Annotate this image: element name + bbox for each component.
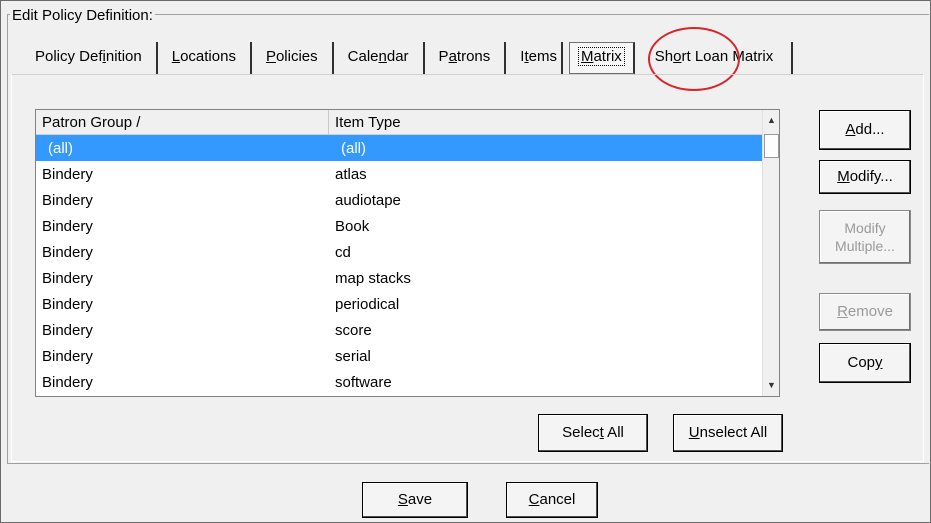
modify-multiple-button[interactable]: Modify Multiple... (819, 210, 911, 264)
button-label-part: ave (407, 491, 433, 508)
table-row[interactable]: Bindery periodical (36, 291, 763, 317)
cell-item-type: (all) (341, 139, 366, 157)
tab-items[interactable]: Items (506, 42, 563, 74)
tab-label-part: dar (386, 48, 409, 65)
cell-item-type: software (335, 373, 392, 391)
cell-item-type: score (335, 321, 372, 339)
tab-calendar[interactable]: Calendar (334, 42, 425, 74)
scroll-thumb[interactable] (764, 134, 779, 158)
tab-label-part: trons (456, 48, 491, 65)
cell-patron-group: Bindery (42, 165, 93, 183)
button-accel-key: U (688, 424, 700, 441)
group-label: Edit Policy Definition: (10, 7, 155, 24)
button-label-part: All (603, 424, 624, 441)
tab-label-part: ems (528, 48, 557, 65)
cell-patron-group: Bindery (42, 191, 93, 209)
button-label-part: ancel (539, 491, 576, 508)
column-header-patron-group[interactable]: Patron Group / (36, 110, 329, 134)
cell-item-type: audiotape (335, 191, 401, 209)
cell-patron-group: Bindery (42, 373, 93, 391)
tab-label-part: atrix (593, 48, 622, 65)
tab-matrix[interactable]: Matrix (568, 42, 635, 74)
tab-label-part: nition (105, 48, 142, 65)
tab-accel-key: L (171, 48, 181, 65)
button-accel-key: A (845, 121, 856, 138)
copy-button[interactable]: Cop y (819, 343, 911, 383)
table-row[interactable]: Bindery atlas (36, 161, 763, 187)
cancel-button[interactable]: Cancel (506, 482, 598, 518)
cell-patron-group: Bindery (42, 295, 93, 313)
button-accel-key: S (397, 491, 408, 508)
cell-item-type: atlas (335, 165, 367, 183)
save-button[interactable]: Save (362, 482, 468, 518)
table-row[interactable]: Bindery serial (36, 343, 763, 369)
remove-button[interactable]: Remove (819, 293, 911, 331)
edit-policy-dialog: Edit Policy Definition: Policy Definitio… (0, 0, 931, 523)
list-header: Patron Group / Item Type (36, 110, 779, 135)
table-row[interactable]: (all) (all) (36, 135, 763, 161)
list-rows: (all) (all) Bindery atlas Bindery audiotape Bi… (36, 135, 763, 395)
tab-label-part: Sh (654, 48, 674, 65)
tab-short-loan-matrix[interactable]: Short Loan Matrix (635, 42, 794, 74)
button-accel-key: C (528, 491, 540, 508)
tab-strip: Policy Definition Locations Policies Cal… (19, 42, 924, 74)
cell-item-type: cd (335, 243, 351, 261)
tab-policy-definition[interactable]: Policy Definition (19, 42, 158, 74)
select-all-button[interactable]: Selec t All (538, 414, 648, 452)
tab-patrons[interactable]: Patrons (425, 42, 507, 74)
cell-item-type: Book (335, 217, 370, 235)
scroll-up-icon[interactable]: ▲ (763, 112, 779, 129)
button-accel-key: M (837, 168, 850, 185)
tab-accel-key: o (673, 48, 682, 65)
tab-label-part: P (438, 48, 449, 65)
tab-label-part: ocations (180, 48, 236, 65)
cell-patron-group: Bindery (42, 269, 93, 287)
button-label-part: Selec (562, 424, 600, 441)
cell-patron-group: Bindery (42, 243, 93, 261)
table-row[interactable]: Bindery Book (36, 213, 763, 239)
cell-patron-group: Bindery (42, 217, 93, 235)
tab-label-part: Cale (347, 48, 379, 65)
button-label-part: nselect All (699, 424, 768, 441)
button-label-part: Cop (847, 354, 876, 371)
tab-label-part: rt Loan Matrix (681, 48, 774, 65)
tab-accel-key: a (448, 48, 457, 65)
cell-item-type: serial (335, 347, 371, 365)
unselect-all-button[interactable]: Unselect All (673, 414, 783, 452)
tab-accel-key: n (378, 48, 387, 65)
cell-patron-group: Bindery (42, 347, 93, 365)
tab-locations[interactable]: Locations (158, 42, 252, 74)
tab-label-part: Policy Def (35, 48, 103, 65)
vertical-scrollbar[interactable]: ▲ ▼ (762, 110, 779, 396)
table-row[interactable]: Bindery score (36, 317, 763, 343)
cell-item-type: map stacks (335, 269, 411, 287)
table-row[interactable]: Bindery cd (36, 239, 763, 265)
button-accel-key: y (875, 354, 883, 371)
scroll-down-icon[interactable]: ▼ (763, 377, 779, 394)
button-accel-key: R (837, 303, 848, 320)
cell-patron-group: Bindery (42, 321, 93, 339)
tab-accel-key: P (265, 48, 276, 65)
tab-accel-key: M (580, 48, 594, 65)
cell-item-type: periodical (335, 295, 400, 313)
table-row[interactable]: Bindery audiotape (36, 187, 763, 213)
button-label-part: emove (847, 303, 893, 320)
table-row[interactable]: Bindery map stacks (36, 265, 763, 291)
modify-button[interactable]: Modify... (819, 160, 911, 194)
button-label-part: odify... (849, 168, 893, 185)
button-label-line: Multiple... (835, 238, 895, 254)
tab-focus-rect: Matrix (577, 47, 625, 66)
table-row[interactable]: Bindery software (36, 369, 763, 395)
add-button[interactable]: Add... (819, 110, 911, 150)
cell-patron-group: (all) (48, 139, 73, 157)
tab-label-part: olicies (275, 48, 318, 65)
tab-policies[interactable]: Policies (252, 42, 334, 74)
button-label-part: dd... (855, 121, 885, 138)
matrix-list[interactable]: Patron Group / Item Type (all) (all) Binde… (35, 109, 780, 397)
button-label-line: Modify (844, 220, 886, 236)
column-header-item-type[interactable]: Item Type (329, 110, 763, 134)
